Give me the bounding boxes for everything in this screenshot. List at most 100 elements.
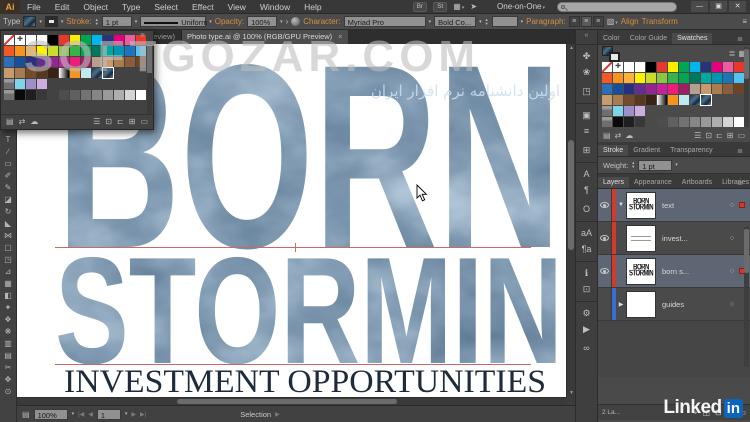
swatch[interactable] <box>125 90 135 100</box>
swatch-libraries-button[interactable]: ▤ <box>603 131 611 140</box>
swatch[interactable] <box>679 117 689 127</box>
variable-width-select[interactable]: Uniform <box>140 16 207 27</box>
swatch[interactable] <box>734 84 744 94</box>
delete-swatch-button[interactable]: ▭ <box>140 117 148 126</box>
workspace-switcher-icon[interactable]: ▦▾ <box>453 2 464 11</box>
stroke-weight-field[interactable]: 1 pt <box>101 16 132 27</box>
swatch[interactable] <box>15 90 25 100</box>
align-right-button[interactable]: ≡ <box>592 16 604 27</box>
swatch[interactable] <box>723 84 733 94</box>
menu-help[interactable]: Help <box>297 0 328 14</box>
sync-swatches-button[interactable]: ☁ <box>625 131 633 140</box>
swatch[interactable] <box>4 68 14 78</box>
zoom-level-field[interactable]: 100% <box>33 408 68 420</box>
share-icon[interactable]: ➤ <box>470 2 477 11</box>
swatch[interactable] <box>668 95 678 105</box>
swatch[interactable] <box>646 95 656 105</box>
pathfinder-panel-icon[interactable]: ⊞ <box>576 141 597 160</box>
font-size-stepper[interactable]: ▲ ▼ <box>485 17 489 26</box>
links-panel-icon[interactable]: ∞ <box>576 339 597 358</box>
rectangle-tool[interactable]: ▭ <box>4 158 12 170</box>
subline-investment[interactable]: INVESTMENT OPPORTUNITIES <box>64 364 546 400</box>
swatch-options-button[interactable]: ⊡ <box>105 117 112 126</box>
swatch[interactable] <box>103 90 113 100</box>
stroke-proxy[interactable] <box>609 51 620 62</box>
visibility-toggle[interactable] <box>598 288 612 320</box>
symbol-sprayer-tool[interactable]: ❋ <box>5 326 12 338</box>
swatch[interactable] <box>668 117 678 127</box>
mesh-tool[interactable]: ▦ <box>4 278 12 290</box>
fill-stroke-indicator[interactable] <box>602 45 622 62</box>
swatch[interactable] <box>613 73 623 83</box>
swatch-options-button[interactable]: ⊡ <box>705 131 712 140</box>
prev-artboard-button[interactable]: ◀ <box>88 411 93 418</box>
brushes-panel-icon[interactable]: ✤ <box>576 44 597 63</box>
hand-tool[interactable]: ✥ <box>5 374 12 386</box>
tab-swatches[interactable]: Swatches <box>672 33 713 44</box>
swatch-image-selected[interactable] <box>700 94 712 106</box>
vertical-scrollbar[interactable]: ▲ ▼ <box>566 44 575 397</box>
tab-color-guide[interactable]: Color Guide <box>625 33 672 44</box>
bridge-button[interactable]: Br <box>412 1 428 12</box>
swatch[interactable] <box>624 73 634 83</box>
swatch-kinds-button[interactable]: ☰ <box>93 117 100 126</box>
swatch[interactable] <box>701 62 711 72</box>
layer-name[interactable]: invest... <box>662 234 688 243</box>
tab-gradient[interactable]: Gradient <box>628 145 665 156</box>
swatch[interactable] <box>624 106 634 116</box>
slice-tool[interactable]: ✂ <box>5 362 12 374</box>
swatch[interactable] <box>701 73 711 83</box>
horizontal-scrollbar-thumb[interactable] <box>177 399 397 404</box>
variables-panel-icon[interactable]: ⚙ <box>576 301 597 320</box>
search-input[interactable] <box>557 1 677 12</box>
recolor-artwork-icon[interactable] <box>291 17 301 26</box>
font-family-field[interactable]: Myriad Pro <box>343 16 426 27</box>
sync-swatches-button[interactable]: ☁ <box>30 117 38 126</box>
target-circle-icon[interactable]: ○ <box>730 202 734 209</box>
new-color-group-button[interactable]: ⊏ <box>117 117 124 126</box>
tab-appearance[interactable]: Appearance <box>629 177 677 188</box>
delete-swatch-button[interactable]: ▭ <box>737 131 745 140</box>
document-info-panel-icon[interactable]: ⊡ <box>576 280 597 299</box>
swatch[interactable] <box>37 90 47 100</box>
menu-object[interactable]: Object <box>76 0 115 14</box>
swatch[interactable] <box>81 90 91 100</box>
layers-scrollbar[interactable] <box>744 227 749 367</box>
shape-builder-tool[interactable]: ◳ <box>4 254 12 266</box>
swatch[interactable] <box>613 106 623 116</box>
swatch[interactable] <box>4 57 14 67</box>
swatch[interactable] <box>624 84 634 94</box>
swatch[interactable] <box>646 73 656 83</box>
panel-menu-icon[interactable]: ≣ <box>732 177 748 189</box>
swatch[interactable] <box>712 84 722 94</box>
swatch[interactable] <box>701 84 711 94</box>
control-panel-menu-icon[interactable]: ≡ <box>742 17 747 26</box>
next-artboard-button[interactable]: ▶ <box>131 411 136 418</box>
swatch-gradient[interactable] <box>657 95 667 105</box>
swatch-group-folder[interactable] <box>4 79 14 89</box>
restore-button[interactable]: ▣ <box>710 1 727 12</box>
swatch[interactable] <box>602 95 612 105</box>
layer-row-guides[interactable]: ▶ guides ○ <box>598 288 750 321</box>
share-swatches-button[interactable]: ⇄ <box>615 131 622 140</box>
workspace-menu[interactable]: One-on-One▾ <box>497 2 545 11</box>
layer-row-text[interactable]: ▼ BORN STORMIN text ○ <box>598 189 750 222</box>
swatch[interactable] <box>690 84 700 94</box>
swatch[interactable] <box>734 73 744 83</box>
opentype-panel-icon[interactable]: O <box>576 200 597 219</box>
new-swatch-button[interactable]: ⊞ <box>727 131 734 140</box>
swatch[interactable] <box>668 84 678 94</box>
menu-window[interactable]: Window <box>253 0 297 14</box>
pencil-tool[interactable]: ✎ <box>5 182 12 194</box>
layer-row-invest[interactable]: invest... ○ <box>598 222 750 255</box>
target-circle-icon[interactable]: ○ <box>730 301 734 308</box>
swatch-group-folder[interactable] <box>4 90 14 100</box>
swatch-none[interactable] <box>4 35 14 45</box>
stroke-weight-stepper[interactable]: ▲ ▼ <box>95 17 99 26</box>
swatches-scrollbar[interactable] <box>744 47 749 127</box>
swatch[interactable] <box>657 84 667 94</box>
artboard-number-field[interactable]: 1 <box>96 408 121 420</box>
swatch[interactable] <box>723 117 733 127</box>
panel-menu-icon[interactable]: ≣ <box>732 145 748 157</box>
swatch-libraries-button[interactable]: ▤ <box>6 117 14 126</box>
